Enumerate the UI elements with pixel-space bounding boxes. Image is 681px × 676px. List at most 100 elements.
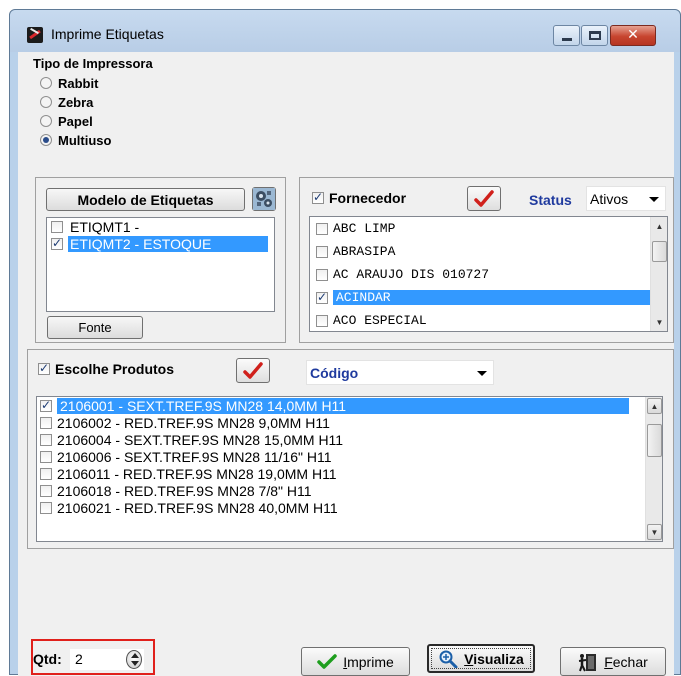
list-item-selected[interactable]: ACINDAR [310, 286, 667, 309]
chevron-down-icon [477, 370, 487, 376]
item-checkbox[interactable] [40, 467, 52, 480]
product-scrollbar[interactable]: ▲ ▼ [645, 397, 662, 541]
radio-multiuso[interactable]: Multiuso [40, 131, 111, 149]
print-label: Imprime [343, 653, 394, 670]
select-all-products-button[interactable] [236, 358, 270, 383]
scroll-down-icon[interactable]: ▼ [647, 524, 662, 540]
list-item-selected[interactable]: 2106001 - SEXT.TREF.9S MN28 14,0MM H11 [37, 397, 662, 414]
item-label: 2106001 - SEXT.TREF.9S MN28 14,0MM H11 [57, 397, 629, 414]
close-button[interactable]: Fechar [560, 647, 666, 676]
item-checkbox[interactable] [40, 484, 52, 497]
supplier-list[interactable]: ABC LIMP ABRASIPA AC ARAUJO DIS 010727 A… [309, 216, 668, 332]
list-item[interactable]: 2106018 - RED.TREF.9S MN28 7/8" H11 [37, 482, 662, 499]
item-checkbox[interactable] [316, 222, 328, 235]
radio-button[interactable] [40, 115, 52, 127]
close-icon: ✕ [627, 27, 639, 43]
font-button[interactable]: Fonte [47, 316, 143, 339]
products-panel: Escolhe Produtos Código 2106001 - SEXT.T… [27, 349, 674, 549]
item-label: ABRASIPA [333, 244, 396, 259]
list-item[interactable]: ABC LIMP [310, 217, 667, 240]
radio-zebra[interactable]: Zebra [40, 93, 93, 111]
status-select[interactable]: Ativos [586, 186, 666, 211]
list-item[interactable]: ACO ESPECIAL [310, 309, 667, 331]
list-item[interactable]: ABRASIPA [310, 240, 667, 263]
printer-type-group: Tipo de Impressora Rabbit Zebra Papel Mu… [27, 56, 247, 166]
list-item-selected[interactable]: ETIQMT2 - ESTOQUE [47, 235, 274, 252]
scroll-thumb[interactable] [652, 241, 667, 262]
radio-button-selected[interactable] [40, 134, 52, 146]
chevron-down-icon [649, 196, 659, 202]
sort-select[interactable]: Código [306, 360, 494, 385]
item-label: ACO ESPECIAL [333, 313, 427, 328]
item-label: 2106004 - SEXT.TREF.9S MN28 15,0MM H11 [57, 431, 344, 448]
item-label: 2106011 - RED.TREF.9S MN28 19,0MM H11 [57, 465, 337, 482]
item-checkbox[interactable] [316, 245, 328, 258]
list-item[interactable]: 2106002 - RED.TREF.9S MN28 9,0MM H11 [37, 414, 662, 431]
title-bar[interactable]: Imprime Etiquetas ✕ [10, 10, 680, 52]
item-checkbox-checked[interactable] [51, 236, 63, 250]
item-label: 2106006 - SEXT.TREF.9S MN28 11/16" H11 [57, 448, 332, 465]
item-checkbox[interactable] [40, 450, 52, 463]
item-label: 2106002 - RED.TREF.9S MN28 9,0MM H11 [57, 414, 330, 431]
preview-button[interactable]: Visualiza [427, 644, 535, 673]
radio-label: Rabbit [58, 75, 99, 91]
radio-label: Multiuso [58, 132, 112, 148]
list-item[interactable]: 2106011 - RED.TREF.9S MN28 19,0MM H11 [37, 465, 662, 482]
model-settings-button[interactable] [252, 187, 276, 211]
item-checkbox-checked[interactable] [40, 398, 52, 412]
status-label: Status [529, 192, 572, 208]
client-area: Tipo de Impressora Rabbit Zebra Papel Mu… [18, 52, 674, 676]
item-label: ETIQMT2 - ESTOQUE [68, 235, 268, 252]
radio-label: Papel [58, 113, 93, 129]
label-model-button[interactable]: Modelo de Etiquetas [46, 188, 245, 211]
quantity-spinner-icon[interactable] [126, 650, 142, 669]
item-checkbox[interactable] [51, 220, 63, 233]
scroll-up-icon[interactable]: ▲ [652, 218, 667, 234]
product-list[interactable]: 2106001 - SEXT.TREF.9S MN28 14,0MM H11 2… [36, 396, 663, 542]
list-item[interactable]: ETIQMT1 - [47, 218, 274, 235]
red-check-icon [474, 189, 494, 207]
quantity-label: Qtd: [33, 651, 62, 667]
magnifier-icon [439, 650, 458, 668]
window-title: Imprime Etiquetas [51, 26, 164, 42]
red-check-icon [243, 361, 263, 379]
radio-button[interactable] [40, 77, 52, 89]
list-item[interactable]: 2106004 - SEXT.TREF.9S MN28 15,0MM H11 [37, 431, 662, 448]
print-button[interactable]: Imprime [301, 647, 410, 676]
item-label: ETIQMT1 - [70, 218, 140, 235]
scroll-down-icon[interactable]: ▼ [652, 314, 667, 330]
checkbox-checked[interactable] [312, 190, 324, 204]
item-checkbox[interactable] [316, 314, 328, 327]
maximize-button[interactable] [581, 25, 608, 46]
item-checkbox-checked[interactable] [316, 290, 328, 304]
minimize-icon [562, 38, 572, 41]
list-item[interactable]: AC ARAUJO DIS 010727 [310, 263, 667, 286]
supplier-scrollbar[interactable]: ▲ ▼ [650, 217, 667, 331]
close-window-button[interactable]: ✕ [610, 25, 656, 46]
scroll-thumb[interactable] [647, 424, 662, 457]
list-item[interactable]: 2106021 - RED.TREF.9S MN28 40,0MM H11 [37, 499, 662, 516]
checkbox-checked[interactable] [38, 361, 50, 375]
item-label: 2106021 - RED.TREF.9S MN28 40,0MM H11 [57, 499, 338, 516]
scroll-up-icon[interactable]: ▲ [647, 398, 662, 414]
select-all-suppliers-button[interactable] [467, 186, 501, 211]
item-label: ACINDAR [333, 290, 659, 305]
supplier-checkbox[interactable]: Fornecedor [312, 190, 406, 206]
item-checkbox[interactable] [316, 268, 328, 281]
list-item[interactable]: 2106006 - SEXT.TREF.9S MN28 11/16" H11 [37, 448, 662, 465]
radio-button[interactable] [40, 96, 52, 108]
item-label: 2106018 - RED.TREF.9S MN28 7/8" H11 [57, 482, 312, 499]
radio-papel[interactable]: Papel [40, 112, 93, 130]
sort-value: Código [310, 364, 359, 381]
products-checkbox-label: Escolhe Produtos [55, 361, 175, 377]
products-checkbox[interactable]: Escolhe Produtos [38, 361, 174, 377]
radio-rabbit[interactable]: Rabbit [40, 74, 98, 92]
status-value: Ativos [590, 190, 629, 207]
minimize-button[interactable] [553, 25, 580, 46]
label-model-list[interactable]: ETIQMT1 - ETIQMT2 - ESTOQUE [46, 217, 275, 312]
item-checkbox[interactable] [40, 433, 52, 446]
item-checkbox[interactable] [40, 416, 52, 429]
close-label: Fechar [604, 653, 648, 670]
item-checkbox[interactable] [40, 501, 52, 514]
maximize-icon [589, 31, 601, 40]
